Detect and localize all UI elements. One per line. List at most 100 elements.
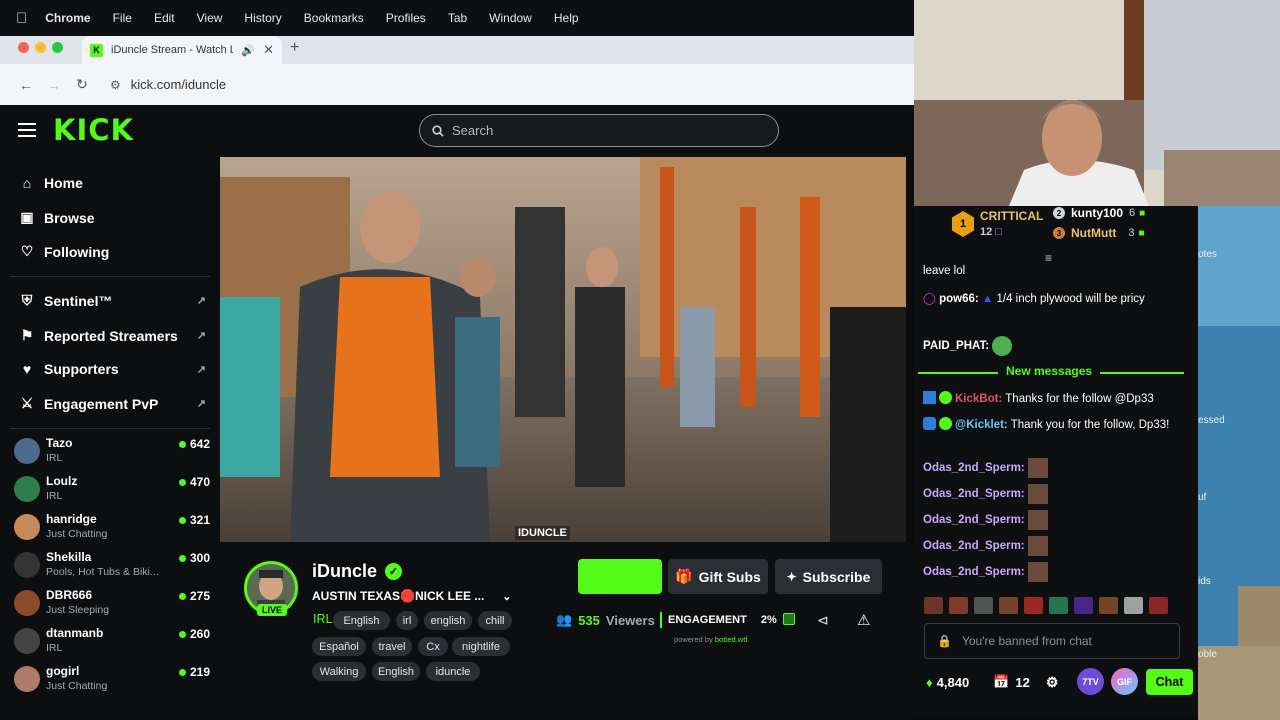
streamer-item-loulz[interactable]: Loulz IRL 470 (14, 474, 210, 510)
video-player[interactable] (220, 157, 906, 542)
chat-username[interactable]: pow66: (939, 293, 979, 305)
apple-icon[interactable]:  (16, 10, 27, 27)
gift-subs-button[interactable]: 🎁 Gift Subs (668, 559, 768, 594)
sidebar-item-engagement-pvp[interactable]: ⚔ Engagement PvP ↗ (16, 395, 206, 412)
url-field[interactable]: ⚙ kick.com/iduncle (110, 77, 226, 92)
streamer-item-tazo[interactable]: Tazo IRL 642 (14, 436, 210, 472)
sidebar-item-label: Reported Streamers (44, 327, 178, 344)
chat-message: leave lol (923, 261, 1183, 282)
menu-tab[interactable]: Tab (448, 11, 467, 25)
viewer-number: 470 (189, 475, 210, 489)
streamer-viewers: 470 (178, 475, 210, 489)
sidebar-divider (10, 428, 210, 429)
site-settings-icon[interactable]: ⚙ (110, 78, 121, 92)
share-icon[interactable]: ⊲ (817, 612, 829, 629)
heart-filled-icon: ♥ (22, 361, 32, 377)
streamer-item-shekilla[interactable]: Shekilla Pools, Hot Tubs & Biki... 300 (14, 550, 210, 586)
menu-view[interactable]: View (197, 11, 223, 25)
chat-username[interactable]: Odas_2nd_Sperm: (923, 540, 1025, 552)
subscribe-button[interactable]: ✦ Subscribe (775, 559, 882, 594)
gif-button[interactable]: GIF (1111, 668, 1138, 695)
stream-tag[interactable]: Cx (418, 637, 448, 656)
back-icon[interactable]: ← (12, 77, 40, 93)
chat-username[interactable]: Odas_2nd_Sperm: (923, 488, 1025, 500)
streamer-item-gogirl[interactable]: gogirl Just Chatting 219 (14, 664, 210, 700)
menu-edit[interactable]: Edit (154, 11, 175, 25)
maximize-window-button[interactable] (52, 42, 63, 53)
banned-placeholder: You're banned from chat (961, 634, 1092, 648)
streamer-avatar (14, 666, 40, 692)
stream-tag[interactable]: chill (478, 611, 512, 630)
stream-tag[interactable]: nightlife (452, 637, 510, 656)
emote-icon (1027, 510, 1048, 530)
menu-window[interactable]: Window (489, 11, 532, 25)
hamburger-menu-icon[interactable] (18, 123, 36, 137)
stream-tag[interactable]: English (372, 662, 420, 681)
browser-tab[interactable]: K iDuncle Stream - Watch L 🔊 ✕ (82, 36, 282, 64)
speaker-icon[interactable]: 🔊 (241, 44, 255, 57)
streamer-item-dtanmanb[interactable]: dtanmanb IRL 260 (14, 626, 210, 662)
emote-history-row[interactable] (924, 597, 1189, 615)
live-dot-icon (178, 478, 186, 486)
new-tab-icon[interactable]: + (290, 39, 299, 57)
kick-logo[interactable]: KICK (53, 113, 134, 147)
close-tab-icon[interactable]: ✕ (263, 42, 274, 58)
sidebar-item-home[interactable]: ⌂ Home (16, 175, 206, 191)
chat-username[interactable]: @Kicklet: (955, 419, 1008, 431)
chat-username[interactable]: Odas_2nd_Sperm: (923, 514, 1025, 526)
stream-tag[interactable]: iduncle (426, 662, 480, 681)
chat-input-disabled[interactable]: 🔒 You're banned from chat (924, 623, 1180, 659)
report-warning-icon[interactable]: ⚠ (857, 611, 870, 629)
stream-tag[interactable]: English (333, 611, 390, 630)
chat-username[interactable]: Odas_2nd_Sperm: (923, 566, 1025, 578)
leaderboard-entry-2[interactable]: 2 kunty100 6 ■ (1053, 206, 1145, 220)
forward-icon[interactable]: → (40, 77, 68, 93)
chart-icon[interactable] (783, 613, 795, 625)
stream-tag[interactable]: Walking (312, 662, 366, 681)
streamer-name: dtanmanb (46, 626, 104, 640)
sidebar-item-sentinel[interactable]: ⛨ Sentinel™ ↗ (16, 292, 206, 309)
stream-tag[interactable]: irl (396, 611, 418, 630)
chat-username[interactable]: Odas_2nd_Sperm: (923, 462, 1025, 474)
follow-button[interactable]: Follow (578, 559, 662, 594)
settings-gear-icon[interactable]: ⚙ (1046, 674, 1059, 691)
stream-tag[interactable]: Español (312, 637, 366, 656)
background-scenery (1198, 206, 1280, 720)
channel-name[interactable]: iDuncle (312, 561, 377, 582)
7tv-button[interactable]: 7TV (1077, 668, 1104, 695)
new-messages-label[interactable]: New messages (998, 364, 1101, 378)
menu-file[interactable]: File (113, 11, 132, 25)
leader-name: kunty100 (1071, 206, 1124, 220)
chevron-down-icon[interactable]: ⌄ (502, 590, 511, 603)
live-dot-icon (178, 630, 186, 638)
reload-icon[interactable]: ↻ (68, 76, 96, 93)
leaderboard-entry-3[interactable]: 3 NutMutt 3 ■ (1053, 226, 1144, 240)
sidebar-item-reported-streamers[interactable]: ⚑ Reported Streamers ↗ (16, 327, 206, 344)
chat-send-button[interactable]: Chat (1146, 669, 1193, 695)
sidebar-item-browse[interactable]: ▣ Browse (16, 209, 206, 226)
flag-icon: ⚑ (20, 327, 34, 343)
streamer-item-hanridge[interactable]: hanridge Just Chatting 321 (14, 512, 210, 548)
chat-username[interactable]: PAID_PHAT: (923, 340, 989, 352)
minimize-window-button[interactable] (35, 42, 46, 53)
menu-bookmarks[interactable]: Bookmarks (304, 11, 364, 25)
sidebar-item-following[interactable]: ♡ Following (16, 243, 206, 260)
menu-profiles[interactable]: Profiles (386, 11, 426, 25)
stream-category[interactable]: IRL (313, 612, 332, 626)
tab-title: iDuncle Stream - Watch L (111, 44, 234, 56)
chat-username[interactable]: KickBot: (955, 393, 1002, 405)
leaderboard-entry-1[interactable]: 1 CRITTICAL 12 □ (952, 208, 1043, 240)
viewer-number: 219 (189, 665, 210, 679)
close-window-button[interactable] (18, 42, 29, 53)
menu-help[interactable]: Help (554, 11, 579, 25)
menu-history[interactable]: History (244, 11, 281, 25)
streamer-item-dbr666[interactable]: DBR666 Just Sleeping 275 (14, 588, 210, 624)
stream-tag[interactable]: travel (372, 637, 412, 656)
streamer-category: IRL (46, 642, 63, 654)
streamer-info: gogirl Just Chatting (46, 664, 179, 693)
stream-tag[interactable]: english (424, 611, 472, 630)
search-input[interactable]: Search (419, 114, 779, 147)
sidebar-item-supporters[interactable]: ♥ Supporters ↗ (16, 361, 206, 377)
menu-chrome[interactable]: Chrome (45, 11, 90, 25)
powered-brand[interactable]: botted.wtf (715, 635, 748, 644)
